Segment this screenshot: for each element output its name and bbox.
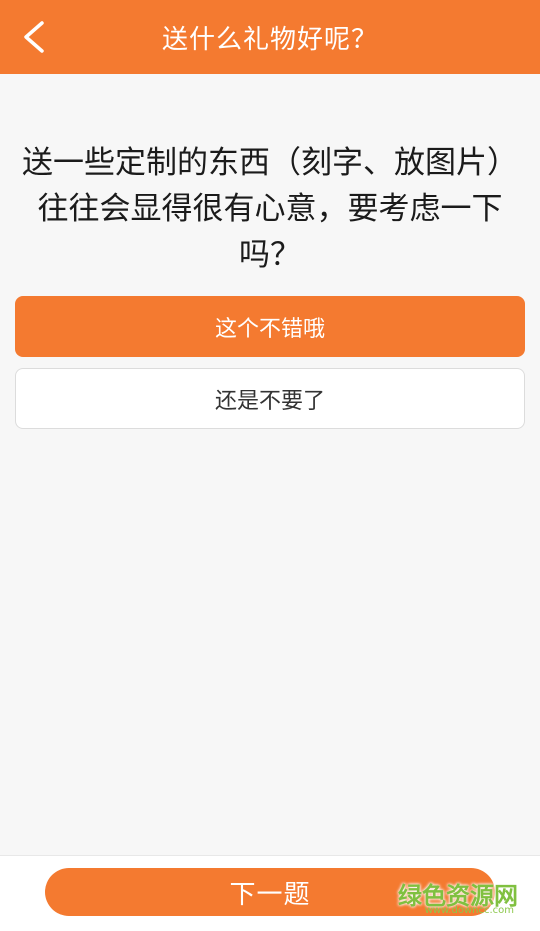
page-title: 送什么礼物好呢？ bbox=[161, 24, 378, 55]
option-no-button[interactable]: 还是不要了 bbox=[15, 368, 525, 429]
watermark-url: www.downcc.com bbox=[424, 905, 514, 916]
option-yes-button[interactable]: 这个不错哦 bbox=[15, 296, 525, 357]
app-header: 送什么礼物好呢？ bbox=[0, 0, 540, 74]
question-text: 送一些定制的东西（刻字、放图片）往往会显得很有心意，要考虑一下吗？ bbox=[22, 145, 518, 273]
